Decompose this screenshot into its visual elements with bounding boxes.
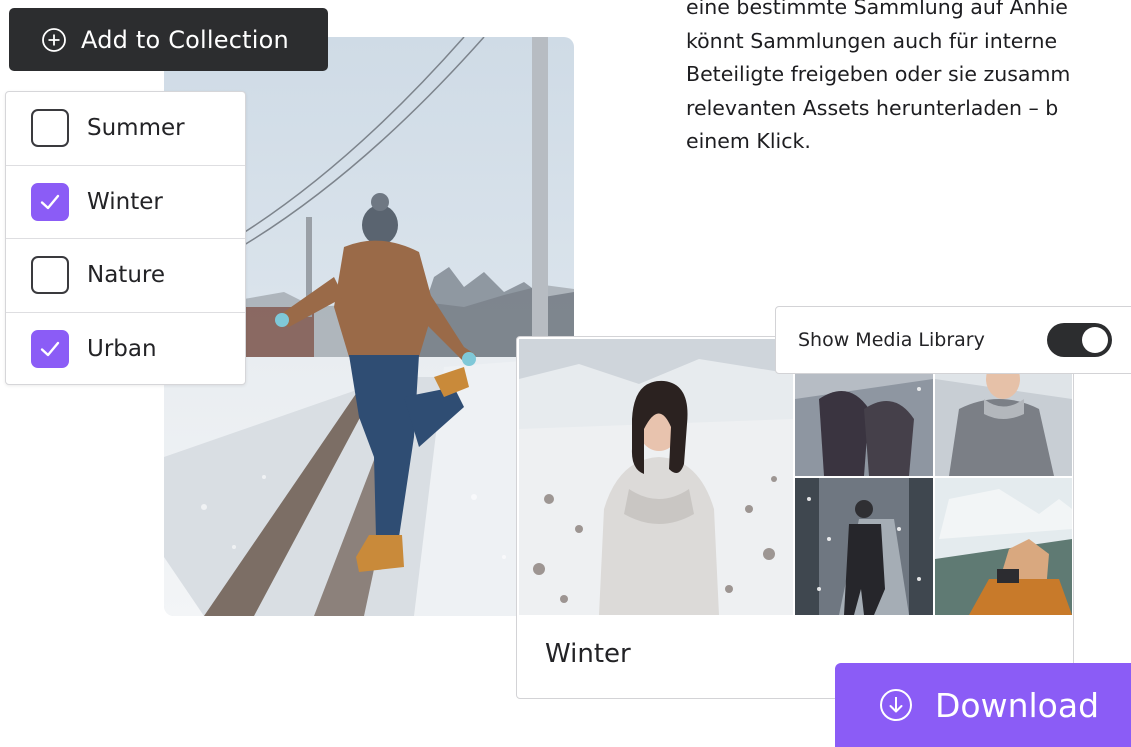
collection-item-nature[interactable]: Nature (6, 239, 245, 313)
download-label: Download (935, 685, 1100, 725)
checkbox[interactable] (31, 109, 69, 148)
toggle-label: Show Media Library (798, 329, 985, 351)
checkbox[interactable] (31, 256, 69, 295)
collection-label: Urban (87, 336, 157, 363)
download-button[interactable]: Download (835, 663, 1131, 747)
paragraph-line: Beteiligte freigeben oder sie zusamm (686, 62, 1071, 86)
paragraph-line: relevanten Assets herunterladen – b (686, 95, 1059, 120)
collection-item-urban[interactable]: Urban (6, 313, 245, 387)
checkbox[interactable] (31, 330, 69, 369)
add-to-collection-label: Add to Collection (81, 25, 289, 54)
check-icon (40, 342, 60, 357)
plus-circle-icon (41, 27, 67, 53)
collection-label: Nature (87, 262, 165, 289)
thumbnail-small (935, 478, 1072, 615)
paragraph-line: eine bestimmte Sammlung auf Anhie (686, 0, 1068, 19)
collection-item-winter[interactable]: Winter (6, 166, 245, 239)
add-to-collection-button[interactable]: Add to Collection (9, 8, 328, 71)
check-icon (40, 194, 60, 209)
thumbnail-large (519, 339, 793, 615)
collection-list: Summer Winter Nature Urban (5, 91, 246, 385)
paragraph-line: einem Klick. (686, 129, 811, 153)
collection-item-summer[interactable]: Summer (6, 92, 245, 166)
paragraph-line: könnt Sammlungen auch für interne (686, 28, 1058, 53)
download-circle-icon (879, 688, 913, 722)
collection-card-title: Winter (545, 639, 631, 669)
thumbnail-small (795, 478, 933, 615)
collection-card-winter[interactable]: Winter (516, 336, 1074, 699)
toggle-knob (1082, 327, 1108, 353)
media-library-toggle[interactable] (1047, 323, 1112, 357)
checkbox[interactable] (31, 182, 69, 221)
media-library-toggle-panel: Show Media Library (775, 306, 1131, 374)
collection-label: Summer (87, 115, 185, 142)
description-paragraph: eine bestimmte Sammlung auf Anhie könnt … (686, 0, 1131, 159)
collection-thumbnail-grid (519, 339, 1072, 615)
collection-label: Winter (87, 188, 163, 215)
